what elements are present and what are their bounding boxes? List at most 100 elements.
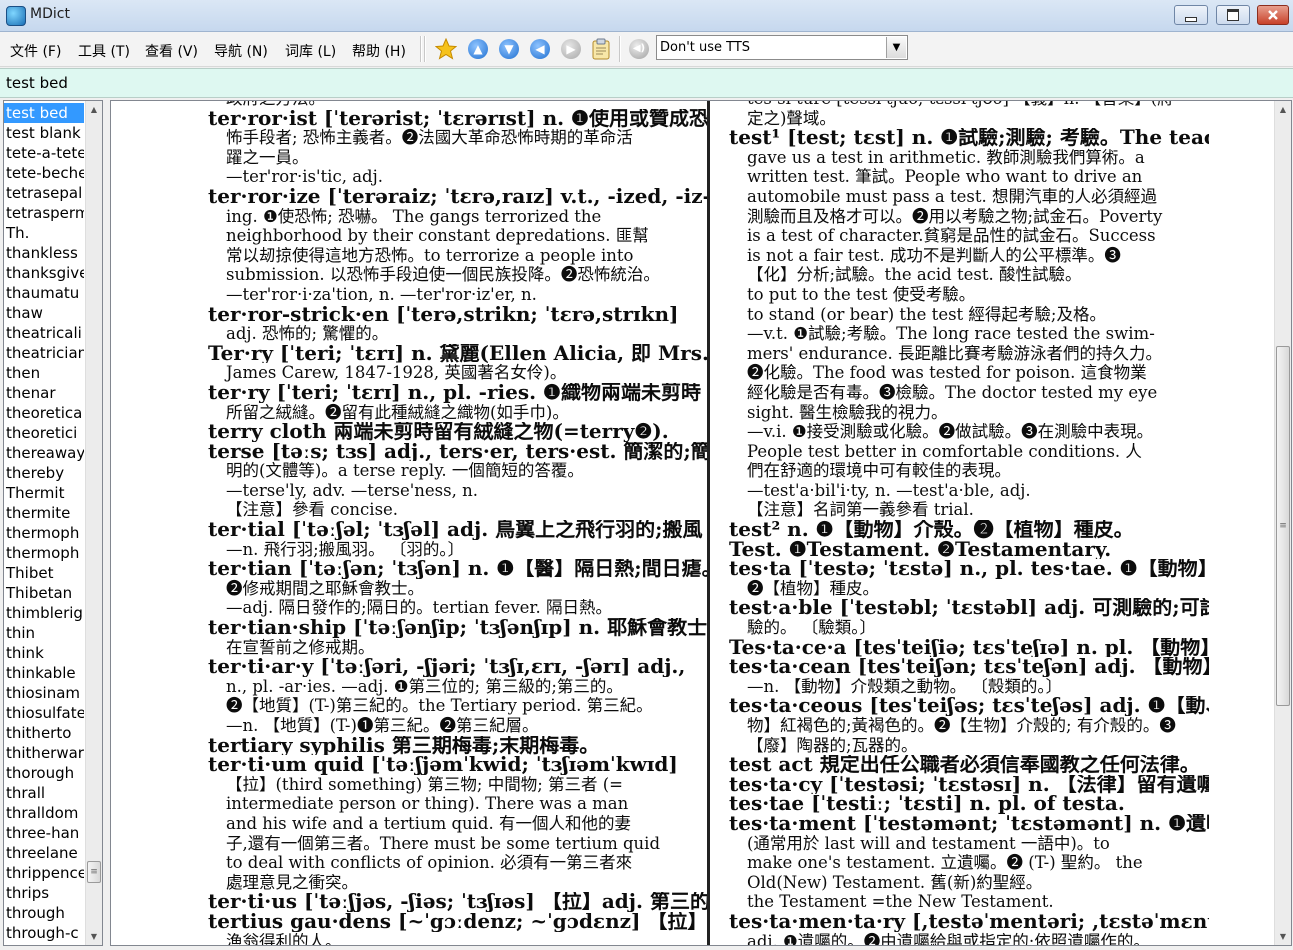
word-list-item[interactable]: thimblerig [4,603,84,623]
dictionary-text-line: 測驗而且及格才可以。❷用以考驗之物;試金石。Poverty [747,206,1163,226]
word-list-item[interactable]: thorough [4,763,84,783]
word-list-item[interactable]: test blank [4,123,84,143]
word-list-item[interactable]: thankless [4,243,84,263]
maximize-icon [1227,9,1239,21]
favorite-button[interactable] [434,37,458,61]
dictionary-text-line: to put to the test 使受考驗。 [747,284,976,304]
dictionary-headword-line: tertius gau·dens [~ˈgɔːdenz; ~ˈgɔdɛnz] 【… [208,911,708,932]
dictionary-text-line: ❷【植物】種皮。 [747,578,879,598]
word-list-item[interactable]: thrippence [4,863,84,883]
word-list-item[interactable]: test bed [4,103,84,123]
word-list-item[interactable]: thiosinam [4,683,84,703]
minimize-button[interactable] [1174,5,1208,25]
word-list-item[interactable]: tetrasepal [4,183,84,203]
word-list-item[interactable]: thrips [4,883,84,903]
word-list-item[interactable]: Thermit [4,483,84,503]
dictionary-text-line: —n. 【地質】(T-)❶第三紀。❷第三紀層。 [226,716,539,735]
word-list-item[interactable]: thereby [4,463,84,483]
dictionary-headword-line: Test. ❶Testament. ❷Testamentary. [729,539,1112,560]
dictionary-text-line: make one's testament. 立遺囑。❷ (T-) 聖約。 the [747,853,1143,873]
definition-scrollbar[interactable]: ▲ ≡ ▼ [1274,101,1291,945]
word-list-item[interactable]: thaumatu [4,283,84,303]
scroll-up-arrow-icon[interactable]: ▲ [1275,101,1291,118]
word-list-item[interactable]: thaw [4,303,84,323]
dictionary-text-line: automobile must pass a test. 想開汽車的人必須經過 [747,186,1157,206]
word-list-item[interactable]: think [4,643,84,663]
dictionary-text-line: People test better in comfortable condit… [747,441,1142,461]
scroll-thumb[interactable]: ≡ [1276,346,1290,706]
word-list-item[interactable]: Thibetan [4,583,84,603]
menu-library[interactable]: 词库 (L) [285,41,336,61]
word-list-item[interactable]: through-c [4,923,84,943]
word-list-scrollbar[interactable]: ▲ ≡ ▼ [85,101,102,945]
dictionary-text-line: 定之)聲域。 [747,108,836,128]
dictionary-text-line: 躍之一員。 [226,147,309,167]
word-list-item[interactable]: tetrasperm [4,203,84,223]
navigate-up-button[interactable]: ▲ [466,37,490,61]
word-list-item[interactable]: thermite [4,503,84,523]
word-list-item[interactable]: thitherwar [4,743,84,763]
dictionary-text-line: —terse'ly, adv. —terse'ness, n. [226,480,478,500]
word-list-item[interactable]: threelane [4,843,84,863]
menu-tools[interactable]: 工具 (T) [78,41,130,61]
word-list-item[interactable]: Th. [4,223,84,243]
dictionary-text-line: 經化驗是否有毒。❸檢驗。The doctor tested my eye [747,382,1158,402]
word-list-item[interactable]: thermoph [4,523,84,543]
search-input[interactable] [4,72,1288,94]
forward-button[interactable]: ▶ [559,37,583,61]
word-list-item[interactable]: thenar [4,383,84,403]
word-list-item[interactable]: Thibet [4,563,84,583]
word-list-item[interactable]: tete-a-tete [4,143,84,163]
dictionary-text-line: gave us a test in arithmetic. 教師測驗我們算術。a [747,147,1145,167]
word-list-item[interactable]: thin [4,623,84,643]
word-list-item[interactable]: thrall [4,783,84,803]
clipboard-button[interactable] [589,37,613,61]
close-button[interactable] [1257,5,1289,25]
dictionary-headword-line: ter·tian [ˈtəːʃən; ˈtɜʃən] n. ❶【醫】隔日熱;間日… [208,559,708,579]
dictionary-text-line: to deal with conflicts of opinion. 必須有一第… [226,853,633,873]
word-list-item[interactable]: theatrician [4,343,84,363]
word-list-item[interactable]: theatricali [4,323,84,343]
word-list-item[interactable]: theoretici [4,423,84,443]
dictionary-text-line: 怖手段者; 恐怖主義者。❷法國大革命恐怖時期的革命活 [226,128,633,148]
word-list-item[interactable]: thralldom [4,803,84,823]
menu-view[interactable]: 查看 (V) [145,41,198,61]
dictionary-text-line: 常以刼掠使得這地方恐怖。to terrorize a people into [226,245,634,265]
maximize-button[interactable] [1216,5,1250,25]
dictionary-headword-line: terry cloth 兩端未剪時留有絨縫之物(=terry❷). [208,422,669,442]
word-list-item[interactable]: thermoph [4,543,84,563]
word-list-item[interactable]: thiosulfate [4,703,84,723]
chevron-down-icon[interactable]: ▼ [886,37,906,58]
dictionary-text-line: 所留之絨縫。❷留有此種絨縫之織物(如手巾)。 [226,402,569,422]
tts-select[interactable]: Don't use TTS ▼ [656,35,908,60]
dictionary-text-line: adj. 恐怖的; 驚懼的。 [226,324,389,344]
word-list-item[interactable]: theoretica [4,403,84,423]
scroll-down-arrow-icon[interactable]: ▼ [86,928,102,945]
dictionary-text-line: 在宣誓前之修戒期。 [226,637,375,657]
word-list-item[interactable]: thitherto [4,723,84,743]
word-list-item[interactable]: then [4,363,84,383]
navigate-down-button[interactable]: ▼ [497,37,521,61]
word-list-item[interactable]: thinkable [4,663,84,683]
dictionary-text-line: ing. ❶使恐怖; 恐嚇。 The gangs terrorized the [226,206,602,226]
dictionary-text-line: —adj. 隔日發作的;隔日的。tertian fever. 隔日熱。 [226,598,612,618]
dictionary-text-line: written test. 筆試。People who want to driv… [747,167,1143,187]
word-list-item[interactable]: thanksgive [4,263,84,283]
word-list-item[interactable]: thereaway [4,443,84,463]
menu-file[interactable]: 文件 (F) [10,41,61,61]
dictionary-headword-line: ter·ror-strick·en [ˈterə,strikn; ˈtɛrə,s… [208,304,679,325]
dictionary-page-scan: 政府之方法。ter·ror·ist [ˈterərist; ˈtɛrərɪst]… [111,101,1275,945]
scroll-thumb[interactable]: ≡ [87,861,101,883]
dictionary-text-line: 【注意】名詞第一義參看 trial. [747,500,974,520]
menu-help[interactable]: 帮助 (H) [352,41,406,61]
dictionary-text-line: is not a fair test. 成功不是判斷人的公平標準。❸ [747,245,1121,265]
scroll-up-arrow-icon[interactable]: ▲ [86,101,102,118]
menu-navigate[interactable]: 导航 (N) [214,41,268,61]
word-list-item[interactable]: through [4,903,84,923]
scroll-down-arrow-icon[interactable]: ▼ [1275,928,1291,945]
dictionary-column-left: 政府之方法。ter·ror·ist [ˈterərist; ˈtɛrərɪst]… [208,101,708,945]
back-button[interactable]: ◀ [528,37,552,61]
speak-button[interactable]: ◀) [627,37,651,61]
word-list-item[interactable]: three-han [4,823,84,843]
word-list-item[interactable]: tete-beche [4,163,84,183]
